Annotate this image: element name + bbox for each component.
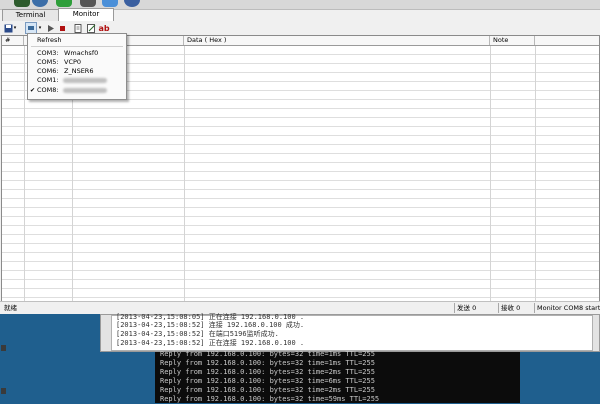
column-note-header[interactable]: Note [490, 36, 535, 45]
status-ready-text: 就绪 [4, 304, 17, 312]
menu-refresh-label: Refresh [37, 36, 62, 44]
tab-terminal-label: Terminal [15, 11, 46, 19]
browser-icon[interactable] [32, 0, 48, 7]
menu-item-refresh[interactable]: Refresh [28, 36, 126, 45]
received-count: 接收 0 [498, 303, 534, 313]
monitor-app-icon[interactable] [80, 0, 96, 7]
checkmark-icon: ✔ [30, 87, 36, 94]
menu-item-com1[interactable]: COM1: [28, 76, 126, 85]
menu-port-label: COM3: [37, 49, 59, 57]
menu-item-com5[interactable]: COM5: VCP0 [28, 58, 126, 67]
menu-port-label: COM1: [37, 76, 59, 84]
menu-port-label: COM5: [37, 58, 59, 66]
console-line: Reply from 192.168.0.100: bytes=32 time=… [160, 386, 375, 394]
grid-column-divider [24, 46, 25, 301]
menu-item-com8[interactable]: ✔ COM8: [28, 86, 126, 95]
console-line: Reply from 192.168.0.100: bytes=32 time=… [160, 377, 375, 385]
app-launcher-icon[interactable] [14, 0, 30, 7]
document-list-icon [74, 23, 81, 33]
grid-column-divider [535, 46, 536, 301]
play-icon [47, 24, 54, 32]
tab-monitor-label: Monitor [72, 10, 100, 18]
tab-terminal[interactable]: Terminal [2, 9, 59, 21]
menu-item-com3[interactable]: COM3: Wmachsf0 [28, 49, 126, 58]
log-line: [2013-04-23,15:08:52] 在端口5196监听成功. [116, 330, 279, 338]
menu-port-desc: Z_NSER6 [64, 67, 94, 75]
redacted-port-desc [63, 78, 107, 83]
sent-count: 发送 0 [454, 303, 498, 313]
tab-monitor[interactable]: Monitor [58, 8, 114, 21]
grid-column-divider [184, 46, 185, 301]
log-line: [2013-04-23,15:08:52] 连接 192.168.0.100 成… [116, 321, 305, 329]
port-dropdown-menu: Refresh COM3: Wmachsf0 COM5: VCP0 COM6: … [27, 33, 127, 100]
edit-icon [86, 23, 95, 33]
column-data-hex-header[interactable]: Data ( Hex ) [184, 36, 490, 45]
menu-port-desc: Wmachsf0 [64, 49, 99, 57]
stop-icon [59, 25, 65, 31]
console-line: Reply from 192.168.0.100: bytes=32 time=… [160, 368, 375, 376]
menu-port-label: COM6: [37, 67, 59, 75]
desktop-icon[interactable] [1, 388, 6, 394]
console-line: Reply from 192.168.0.100: bytes=32 time=… [160, 359, 375, 367]
menu-port-desc: VCP0 [64, 58, 82, 66]
console-line: Reply from 192.168.0.100: bytes=32 time=… [160, 350, 375, 358]
log-line: [2013-04-23,15:08:52] 正在连接 192.168.0.100… [116, 339, 305, 347]
text-mode-label: ab [98, 23, 110, 33]
column-filler-header [535, 36, 599, 45]
plug-icon [28, 26, 34, 30]
menu-item-com6[interactable]: COM6: Z_NSER6 [28, 67, 126, 76]
save-dropdown-icon[interactable]: ▾ [12, 22, 18, 34]
monitor-status-text: Monitor COM8 starte [534, 303, 600, 313]
redacted-port-desc [63, 88, 107, 93]
desktop-icon[interactable] [1, 345, 6, 351]
log-text-area[interactable]: [2013-04-23,15:08:05] 正在连接 192.168.0.100… [111, 313, 593, 351]
menu-port-label: COM8: [37, 86, 59, 94]
grid-column-divider [490, 46, 491, 301]
log-window: [2013-04-23,15:08:05] 正在连接 192.168.0.100… [100, 313, 600, 352]
globe-icon[interactable] [124, 0, 140, 7]
column-index-header[interactable]: # [2, 36, 24, 45]
menu-separator [31, 46, 123, 47]
command-console[interactable]: Reply from 192.168.0.100: bytes=32 time=… [155, 350, 520, 403]
green-app-icon[interactable] [56, 0, 72, 7]
check-app-icon[interactable] [102, 0, 118, 7]
log-line: [2013-04-23,15:08:05] 正在连接 192.168.0.100… [116, 313, 305, 321]
